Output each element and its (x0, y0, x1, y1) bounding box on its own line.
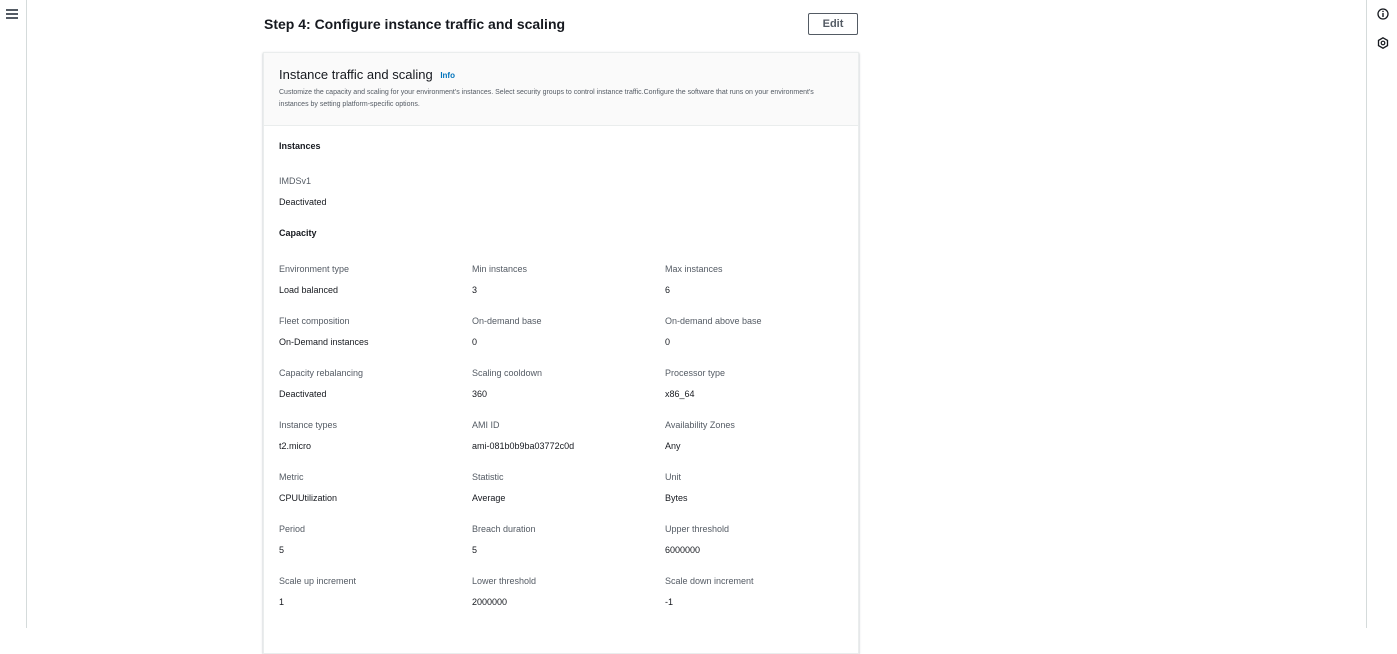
hamburger-menu-icon[interactable] (6, 9, 18, 19)
field-label: Capacity rebalancing (279, 368, 364, 378)
field-value: Deactivated (279, 197, 327, 207)
field-on-demand-base: On-demand base 0 (472, 315, 652, 348)
field-value: CPUUtilization (279, 493, 338, 503)
field-label: Breach duration (472, 524, 536, 534)
field-value: -1 (665, 597, 674, 607)
field-value: Deactivated (279, 389, 327, 399)
settings-icon[interactable] (1377, 37, 1389, 49)
field-value: Bytes (665, 493, 688, 503)
field-value: Average (472, 493, 506, 503)
field-value: ami-081b0b9ba03772c0d (472, 441, 575, 451)
field-processor-type: Processor type x86_64 (665, 367, 845, 400)
field-value: Load balanced (279, 285, 339, 295)
field-min-instances: Min instances 3 (472, 263, 652, 296)
info-link[interactable]: Info (440, 71, 455, 80)
field-value: 0 (665, 337, 671, 347)
field-label: Fleet composition (279, 316, 350, 326)
field-ami-id: AMI ID ami-081b0b9ba03772c0d (472, 419, 652, 452)
field-label: Environment type (279, 264, 350, 274)
field-lower-threshold: Lower threshold 2000000 (472, 575, 652, 608)
instances-heading: Instances (279, 141, 321, 151)
edit-button[interactable]: Edit (808, 13, 858, 35)
field-on-demand-above-base: On-demand above base 0 (665, 315, 845, 348)
field-label: Statistic (472, 472, 504, 482)
left-navigation-rail (0, 0, 27, 628)
field-label: Min instances (472, 264, 528, 274)
panel-title: Instance traffic and scaling Info (279, 67, 455, 82)
field-environment-type: Environment type Load balanced (279, 263, 459, 296)
field-instance-types: Instance types t2.micro (279, 419, 459, 452)
field-period: Period 5 (279, 523, 459, 556)
field-value: 5 (279, 545, 285, 555)
field-breach-duration: Breach duration 5 (472, 523, 652, 556)
field-label: Availability Zones (665, 420, 735, 430)
field-label: Lower threshold (472, 576, 537, 586)
field-imdsv1: IMDSv1 Deactivated (279, 175, 459, 208)
field-label: Unit (665, 472, 682, 482)
field-capacity-rebalancing: Capacity rebalancing Deactivated (279, 367, 459, 400)
field-statistic: Statistic Average (472, 471, 652, 504)
step-header: Step 4: Configure instance traffic and s… (264, 13, 858, 37)
field-value: x86_64 (665, 389, 695, 399)
field-scaling-cooldown: Scaling cooldown 360 (472, 367, 652, 400)
field-label: Metric (279, 472, 304, 482)
field-label: Upper threshold (665, 524, 730, 534)
field-value: 6000000 (665, 545, 701, 555)
field-availability-zones: Availability Zones Any (665, 419, 845, 452)
field-label: Scaling cooldown (472, 368, 543, 378)
field-value: 0 (472, 337, 478, 347)
field-value: 2000000 (472, 597, 508, 607)
field-value: 6 (665, 285, 671, 295)
field-label: IMDSv1 (279, 176, 312, 186)
field-value: 360 (472, 389, 488, 399)
field-label: On-demand above base (665, 316, 762, 326)
field-label: Scale up increment (279, 576, 357, 586)
field-value: t2.micro (279, 441, 312, 451)
field-label: AMI ID (472, 420, 500, 430)
field-label: On-demand base (472, 316, 542, 326)
field-scale-down-increment: Scale down increment -1 (665, 575, 845, 608)
field-value: 1 (279, 597, 285, 607)
field-label: Scale down increment (665, 576, 754, 586)
field-label: Period (279, 524, 306, 534)
field-unit: Unit Bytes (665, 471, 845, 504)
field-value: 3 (472, 285, 478, 295)
panel-description: Customize the capacity and scaling for y… (279, 89, 814, 108)
field-label: Max instances (665, 264, 723, 274)
field-metric: Metric CPUUtilization (279, 471, 459, 504)
field-scale-up-increment: Scale up increment 1 (279, 575, 459, 608)
field-label: Instance types (279, 420, 338, 430)
step-title: Step 4: Configure instance traffic and s… (264, 16, 566, 32)
field-value: On-Demand instances (279, 337, 369, 347)
right-tools-rail (1366, 0, 1397, 628)
field-upper-threshold: Upper threshold 6000000 (665, 523, 845, 556)
instance-traffic-panel: Instance traffic and scaling Info Custom… (263, 52, 859, 654)
capacity-heading: Capacity (279, 228, 317, 238)
panel-header: Instance traffic and scaling Info Custom… (264, 53, 858, 126)
field-max-instances: Max instances 6 (665, 263, 845, 296)
info-circle-icon[interactable] (1377, 8, 1389, 20)
panel-title-text: Instance traffic and scaling (279, 67, 433, 82)
field-value: 5 (472, 545, 478, 555)
field-value: Any (665, 441, 681, 451)
field-fleet-composition: Fleet composition On-Demand instances (279, 315, 459, 348)
field-label: Processor type (665, 368, 726, 378)
